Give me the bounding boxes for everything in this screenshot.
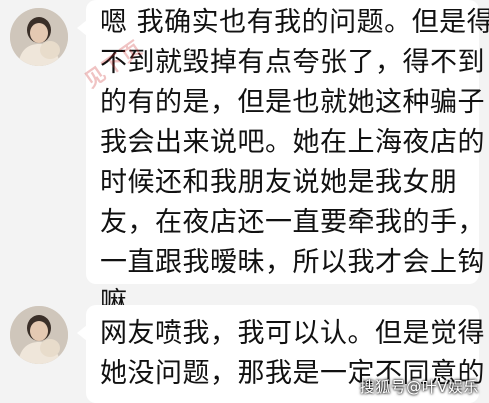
message-line: 时候还和我朋友说她是我女朋 — [100, 167, 458, 198]
message-line: 我会出来说吧。她在上海夜店的 — [100, 127, 485, 158]
avatar-photo-icon — [10, 306, 68, 364]
message-line: 网友喷我，我可以认。但是觉得 — [100, 318, 485, 349]
sender-avatar[interactable] — [10, 306, 68, 364]
message-line: 一直跟我暧昧，所以我才会上钩 — [100, 247, 485, 278]
message-line: 嗯 我确实也有我的问题。但是得 — [100, 7, 489, 38]
message-line: 的有的是，但是也就她这种骗子 — [100, 87, 485, 118]
avatar-photo-icon — [10, 8, 68, 66]
source-watermark: 搜狐号@叶V娱乐 — [359, 378, 479, 396]
sender-avatar[interactable] — [10, 8, 68, 66]
message-line: 不到就毁掉有点夸张了，得不到 — [100, 47, 485, 78]
message-line: 友，在夜店还一直要牵我的手， — [100, 207, 485, 238]
message-bubble[interactable]: 嗯 我确实也有我的问题。但是得 不到就毁掉有点夸张了，得不到 的有的是，但是也就… — [77, 0, 489, 318]
